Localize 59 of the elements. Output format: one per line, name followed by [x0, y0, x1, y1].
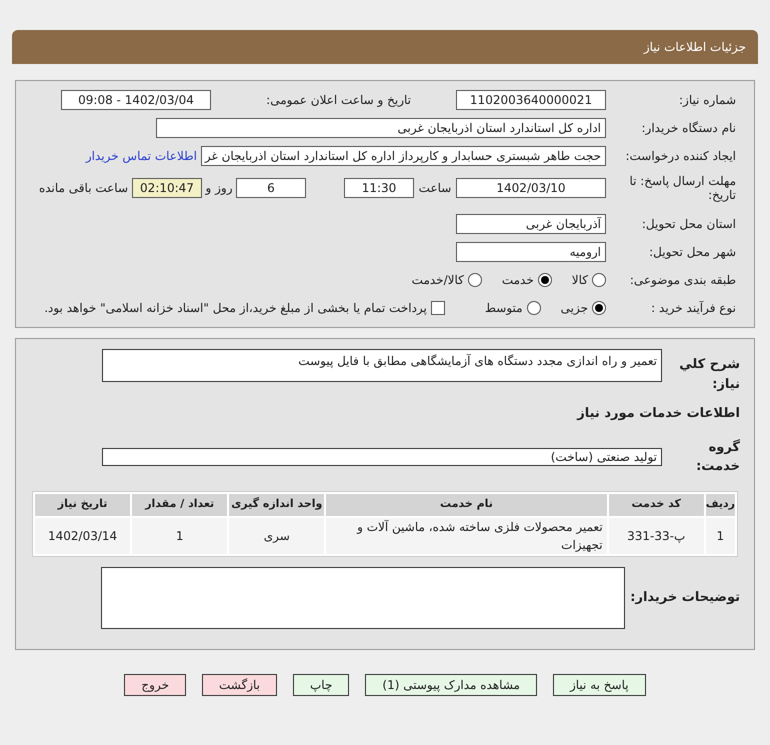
field-label: ساعت — [418, 180, 452, 197]
field-label: استان محل تحویل: — [640, 216, 736, 233]
service-group-field: تولید صنعتی (ساخت) — [102, 448, 662, 466]
table-cell: سری — [229, 518, 324, 554]
field-label: توضیحات خریدار: — [629, 588, 740, 607]
field-label: تاریخ و ساعت اعلان عمومی: — [265, 92, 411, 109]
field-label: گروه خدمت: — [695, 438, 740, 476]
field-label: شهر محل تحویل: — [648, 244, 736, 261]
value-field: 6 — [236, 178, 306, 198]
field-label: ایجاد کننده درخواست: — [624, 148, 736, 165]
value-field: 02:10:47 — [132, 178, 202, 198]
action-button[interactable]: پاسخ به نیاز — [552, 674, 646, 696]
description-field: تعمیر و راه اندازی مجدد دستگاه های آزمایشگاهی مطابق با فایل پیوست — [102, 349, 662, 382]
column-header: تعداد / مقدار — [132, 494, 228, 516]
action-button[interactable]: خروج — [124, 674, 186, 696]
field-label: ساعت باقی مانده — [38, 180, 128, 197]
section-title: اطلاعات خدمات مورد نیاز — [576, 405, 740, 423]
header-title: جزئیات اطلاعات نیاز — [644, 39, 746, 56]
column-header: تاریخ نیاز — [35, 494, 130, 516]
field-label: شماره نیاز: — [678, 92, 736, 109]
value-field: اداره کل استاندارد استان اذربایجان غربی — [156, 118, 606, 138]
radio-button[interactable] — [538, 273, 552, 287]
column-header: نام خدمت — [326, 494, 607, 516]
value-field: 1102003640000021 — [456, 90, 606, 110]
field-label: روز و — [204, 180, 234, 197]
value-field: حجت طاهر شبستری حسابدار و کارپرداز اداره کل استاندارد استان اذربایجان غر — [201, 146, 606, 166]
field-label: نوع فرآیند خرید : — [650, 300, 736, 317]
contact-link[interactable]: اطلاعات تماس خریدار — [86, 147, 197, 165]
radio-label: متوسط — [484, 300, 523, 317]
radio-button[interactable] — [468, 273, 482, 287]
value-field: 11:30 — [344, 178, 414, 198]
field-label: طبقه بندی موضوعی: — [628, 272, 736, 289]
radio-label: کالا — [572, 272, 588, 289]
column-header: ردیف — [706, 494, 735, 516]
column-header: کد خدمت — [608, 494, 704, 516]
action-button[interactable]: مشاهده مدارک پیوستی (1) — [365, 674, 537, 696]
checkbox[interactable] — [430, 301, 445, 315]
radio-label: کالا/خدمت — [412, 272, 464, 289]
action-button[interactable]: چاپ — [293, 674, 350, 696]
value-field: 1402/03/10 — [456, 178, 606, 198]
value-field: 1402/03/04 - 09:08 — [61, 90, 211, 110]
table-cell: 1402/03/14 — [35, 518, 130, 554]
field-label: شرح کلي نياز: — [678, 356, 740, 394]
field-label: نام دستگاه خریدار: — [640, 120, 736, 137]
radio-button[interactable] — [592, 301, 606, 315]
value-field: ارومیه — [456, 242, 606, 262]
checkbox-label: پرداخت تمام یا بخشی از مبلغ خرید،از محل "اسناد خزانه اسلامی" خواهد بود. — [44, 300, 427, 317]
radio-button[interactable] — [592, 273, 606, 287]
radio-label: جزیی — [560, 300, 588, 317]
action-button[interactable]: بازگشت — [202, 674, 277, 696]
column-header: واحد اندازه گیری — [229, 494, 324, 516]
radio-button[interactable] — [526, 301, 541, 315]
field-label: مهلت ارسال پاسخ: تا تاریخ: — [628, 174, 736, 202]
radio-label: خدمت — [502, 272, 534, 289]
table-cell: پ-33-331 — [608, 518, 704, 554]
value-field: آذربایجان غربی — [456, 214, 606, 234]
table-cell: 1 — [706, 518, 735, 554]
table-cell: 1 — [132, 518, 228, 554]
table-cell: تعمیر محصولات فلزی ساخته شده، ماشین آلات و تجهیزات — [326, 518, 607, 554]
